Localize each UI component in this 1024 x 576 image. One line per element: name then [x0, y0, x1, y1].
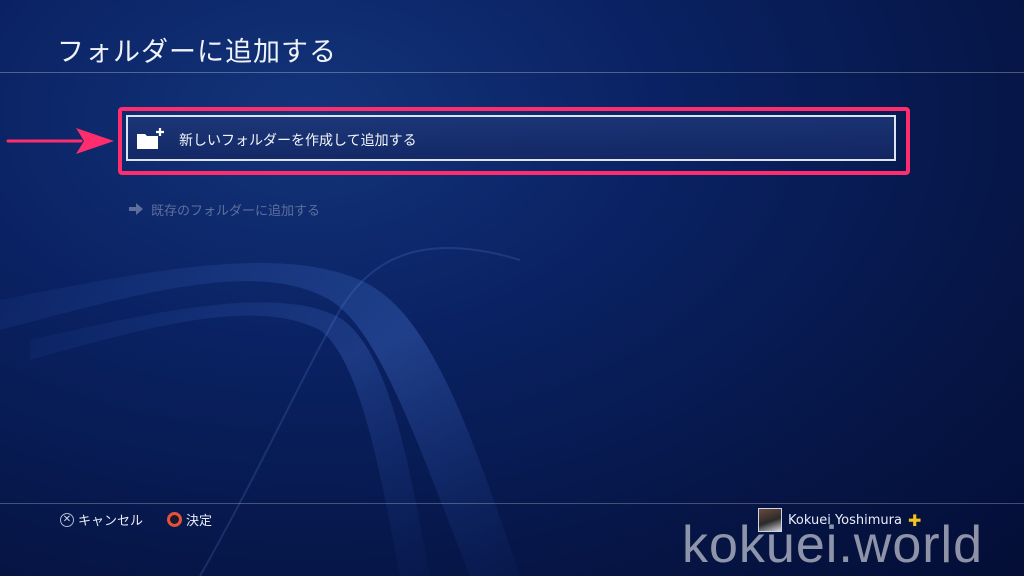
- page-title: フォルダーに追加する: [57, 37, 337, 68]
- new-folder-option[interactable]: 新しいフォルダーを作成して追加する: [126, 115, 896, 161]
- existing-folder-option-label: 既存のフォルダーに追加する: [151, 203, 321, 219]
- background-wave: [0, 247, 521, 576]
- cancel-label: キャンセル: [78, 514, 144, 529]
- circle-button-icon: [167, 512, 183, 527]
- header-divider: [0, 72, 1024, 73]
- annotation-arrow-icon: [6, 128, 114, 154]
- new-folder-option-label: 新しいフォルダーを作成して追加する: [179, 133, 417, 149]
- footer-divider: [0, 503, 1024, 504]
- folder-add-icon: [137, 128, 164, 149]
- cross-button-icon: ✕: [60, 512, 74, 527]
- footer-controls: ✕ キャンセル 決定: [60, 510, 212, 529]
- confirm-label: 決定: [186, 514, 213, 529]
- arrow-right-icon: [129, 203, 143, 215]
- existing-folder-option[interactable]: 既存のフォルダーに追加する: [129, 199, 320, 219]
- watermark: kokuei.world: [682, 516, 984, 574]
